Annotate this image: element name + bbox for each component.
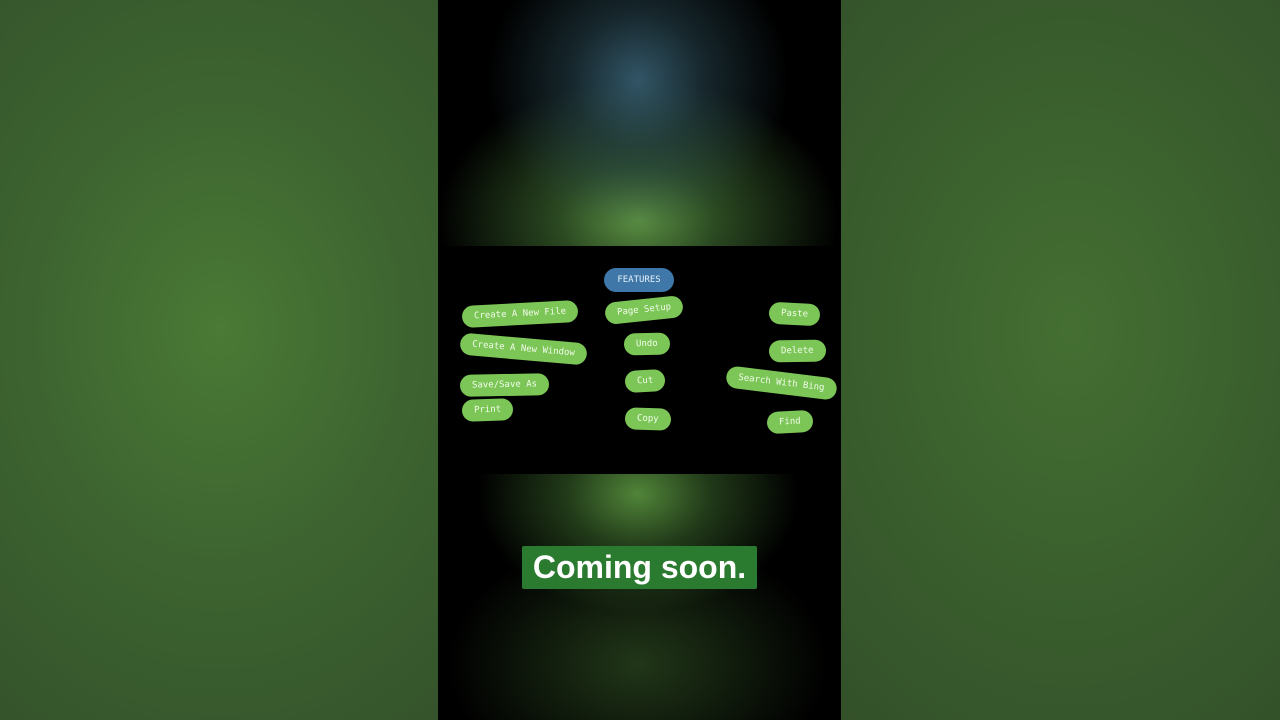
undo-button[interactable]: Undo xyxy=(623,332,670,356)
save-save-as-button[interactable]: Save/Save As xyxy=(459,373,550,397)
copy-button[interactable]: Copy xyxy=(624,407,672,431)
blurred-background-right xyxy=(841,0,1280,720)
page-setup-button[interactable]: Page Setup xyxy=(604,294,685,326)
create-new-window-button[interactable]: Create A New Window xyxy=(459,332,588,366)
features-panel: FEATURES Create A New File Create A New … xyxy=(438,246,841,474)
features-button[interactable]: FEATURES xyxy=(604,268,674,292)
create-new-file-button[interactable]: Create A New File xyxy=(461,299,579,329)
search-with-bing-button[interactable]: Search With Bing xyxy=(725,365,838,401)
top-glow xyxy=(438,0,841,246)
bottom-glow xyxy=(438,474,841,720)
paste-button[interactable]: Paste xyxy=(768,301,821,327)
cut-button[interactable]: Cut xyxy=(624,368,666,394)
delete-button[interactable]: Delete xyxy=(768,339,826,363)
find-button[interactable]: Find xyxy=(766,409,814,435)
print-button[interactable]: Print xyxy=(461,398,514,422)
caption-text: Coming soon. xyxy=(522,546,757,589)
video-frame: FEATURES Create A New File Create A New … xyxy=(438,0,841,720)
